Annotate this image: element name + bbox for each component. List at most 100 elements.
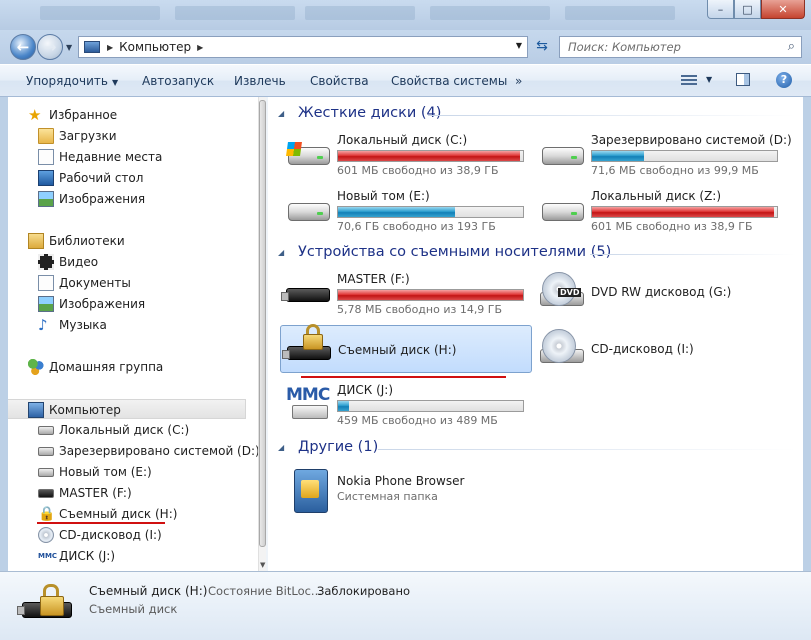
nav-drive-f[interactable]: MASTER (F:) (8, 483, 246, 503)
capacity-fill (338, 401, 350, 411)
hard-drive-icon (38, 468, 54, 477)
nav-documents[interactable]: Документы (8, 273, 246, 293)
nav-music[interactable]: ♪ Музыка (8, 315, 246, 335)
bitlocker-status-value: Заблокировано (317, 584, 411, 598)
drive-name: Зарезервировано системой (D:) (591, 133, 792, 147)
group-divider (590, 254, 796, 255)
capacity-bar (337, 150, 524, 162)
cd-drive-icon (540, 329, 588, 365)
chevron-right-icon[interactable]: ▶ (197, 43, 203, 52)
drive-name: Локальный диск (C:) (337, 133, 468, 147)
view-dropdown-icon[interactable]: ▼ (706, 75, 712, 84)
drive-tile-i[interactable]: CD-дисковод (I:) (534, 325, 786, 373)
annotation-underline (37, 522, 165, 524)
group-header-removable[interactable]: ◢ Устройства со съемными носителями (5) (278, 244, 796, 264)
nav-video[interactable]: Видео (8, 252, 246, 272)
maximize-button[interactable]: □ (734, 0, 761, 19)
drive-free-space: 5,78 МБ свободно из 14,9 ГБ (337, 303, 503, 316)
preview-pane-icon[interactable] (736, 73, 750, 86)
windows-logo-icon (286, 142, 302, 156)
nav-drive-i[interactable]: CD-дисковод (I:) (8, 525, 246, 545)
dvd-drive-icon: DVD (540, 272, 588, 308)
forward-button[interactable]: → (37, 34, 63, 60)
search-box[interactable]: ⌕ (559, 36, 802, 58)
chevron-right-icon[interactable]: ▶ (107, 43, 113, 52)
nav-recent-places[interactable]: Недавние места (8, 147, 246, 167)
nav-scrollbar[interactable]: ▼ (258, 97, 266, 571)
drive-tile-j[interactable]: MMC ДИСК (J:) 459 МБ свободно из 489 МБ (280, 379, 532, 427)
nav-drive-e[interactable]: Новый том (E:) (8, 462, 246, 482)
drive-name: DVD RW дисковод (G:) (591, 285, 732, 299)
nav-drive-d[interactable]: Зарезервировано системой (D:) (8, 441, 260, 461)
locked-drive-icon (17, 578, 78, 634)
locked-drive-icon (282, 324, 335, 366)
drive-name: MASTER (F:) (337, 272, 410, 286)
refresh-icon[interactable]: ⇆ (532, 38, 552, 56)
scrollbar-thumb[interactable] (259, 100, 266, 547)
nav-drive-h[interactable]: 🔒 Съемный диск (H:) (8, 504, 246, 524)
scroll-down-icon[interactable]: ▼ (260, 561, 265, 569)
drive-tile-z[interactable]: Локальный диск (Z:) 601 МБ свободно из 3… (534, 185, 786, 233)
autorun-button[interactable]: Автозапуск (142, 74, 214, 88)
system-folder-tile-nokia[interactable]: Nokia Phone Browser Системная папка (280, 465, 532, 513)
capacity-fill (592, 207, 775, 217)
capacity-bar (337, 206, 524, 218)
nav-libraries[interactable]: Библиотеки (8, 231, 246, 251)
usb-drive-icon (281, 280, 334, 308)
nav-pictures[interactable]: Изображения (8, 294, 246, 314)
drive-tile-g[interactable]: DVD DVD RW дисковод (G:) (534, 268, 786, 316)
drive-name: Съемный диск (H:) (338, 343, 457, 357)
address-bar[interactable]: ▶ Компьютер ▶ ▼ (78, 36, 528, 58)
help-icon[interactable]: ? (776, 72, 792, 88)
eject-button[interactable]: Извлечь (234, 74, 286, 88)
drive-tile-d[interactable]: Зарезервировано системой (D:) 71,6 МБ св… (534, 129, 792, 177)
close-button[interactable]: ✕ (761, 0, 805, 19)
search-input[interactable] (560, 37, 770, 57)
drive-tile-c[interactable]: Локальный диск (C:) 601 МБ свободно из 3… (280, 129, 532, 177)
drive-tile-h[interactable]: Съемный диск (H:) (280, 324, 532, 373)
nav-label: Библиотеки (49, 234, 125, 248)
pictures-icon (38, 296, 54, 312)
nav-downloads[interactable]: Загрузки (8, 126, 246, 146)
drive-tile-e[interactable]: Новый том (E:) 70,6 ГБ свободно из 193 Г… (280, 185, 532, 233)
drive-tile-f[interactable]: MASTER (F:) 5,78 МБ свободно из 14,9 ГБ (280, 268, 532, 316)
nav-favorites-pictures[interactable]: Изображения (8, 189, 246, 209)
nav-drive-j[interactable]: MMC ДИСК (J:) (8, 546, 246, 566)
nav-desktop[interactable]: Рабочий стол (8, 168, 246, 188)
nav-drive-c[interactable]: Локальный диск (C:) (8, 420, 246, 440)
file-pane: ◢ Жесткие диски (4) Локальный диск (C:) … (268, 97, 803, 571)
back-button[interactable]: ← (10, 34, 36, 60)
minimize-button[interactable]: – (707, 0, 734, 19)
properties-button[interactable]: Свойства (310, 74, 369, 88)
drive-free-space: 601 МБ свободно из 38,9 ГБ (337, 164, 499, 177)
hard-drive-icon (286, 141, 334, 169)
nav-favorites[interactable]: ★ Избранное (8, 105, 246, 125)
nav-homegroup[interactable]: Домашняя группа (8, 357, 246, 377)
change-view-icon[interactable] (681, 73, 697, 87)
title-bar: – □ ✕ (0, 0, 811, 30)
search-icon[interactable]: ⌕ (788, 39, 795, 54)
recent-places-icon (38, 149, 54, 165)
organize-button[interactable]: Упорядочить ▼ (26, 74, 118, 88)
collapse-chevron-icon[interactable]: ◢ (278, 248, 284, 257)
group-divider (378, 449, 796, 450)
nav-label: Изображения (59, 192, 146, 206)
collapse-chevron-icon[interactable]: ◢ (278, 109, 284, 118)
breadcrumb-computer[interactable]: Компьютер (119, 40, 191, 54)
collapse-chevron-icon[interactable]: ◢ (278, 443, 284, 452)
system-properties-button[interactable]: Свойства системы (391, 74, 507, 88)
video-icon (38, 254, 54, 270)
folder-type: Системная папка (337, 490, 438, 503)
computer-icon (28, 402, 44, 418)
group-title: Жесткие диски (4) (298, 105, 442, 121)
group-header-hard-disks[interactable]: ◢ Жесткие диски (4) (278, 105, 796, 125)
group-header-other[interactable]: ◢ Другие (1) (278, 439, 796, 459)
more-commands-button[interactable]: » (515, 74, 522, 88)
nav-label: Компьютер (49, 403, 121, 417)
arrow-left-icon: ← (16, 38, 30, 56)
background-tab (40, 6, 160, 20)
recent-pages-dropdown[interactable]: ▼ (66, 43, 72, 52)
nav-computer[interactable]: Компьютер (8, 399, 246, 419)
address-dropdown-icon[interactable]: ▼ (516, 41, 522, 50)
bitlocker-status-label: Состояние BitLoc... (208, 584, 322, 598)
